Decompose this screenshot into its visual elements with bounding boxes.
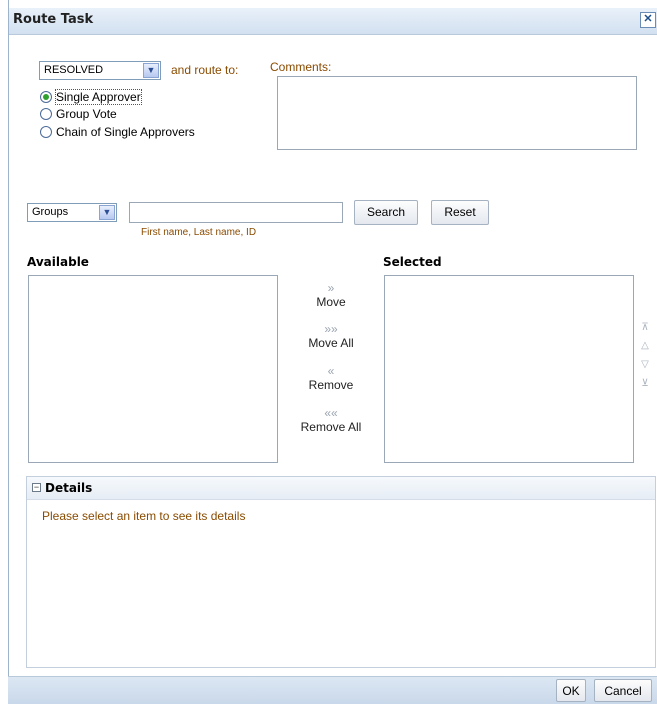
remove-button[interactable]: « Remove	[295, 364, 367, 392]
dialog-titlebar: Route Task ✕	[9, 8, 657, 35]
chevron-down-icon: ▼	[99, 205, 115, 220]
move-icon: »	[327, 281, 335, 295]
search-button[interactable]: Search	[354, 200, 418, 225]
ok-button[interactable]: OK	[556, 679, 586, 702]
outcome-select[interactable]: RESOLVED ▼	[39, 61, 161, 80]
identity-type-value: Groups	[32, 206, 69, 218]
radio-label-single-approver: Single Approver	[55, 89, 142, 105]
cancel-button[interactable]: Cancel	[594, 679, 652, 702]
move-down-icon[interactable]: ▽	[639, 359, 651, 371]
reset-button[interactable]: Reset	[431, 200, 489, 225]
dialog-footer: OK Cancel	[8, 676, 657, 704]
details-title: Details	[45, 481, 93, 495]
chevron-down-icon: ▼	[143, 63, 159, 78]
radio-chain-single-approvers[interactable]	[40, 126, 52, 138]
radio-label-chain: Chain of Single Approvers	[56, 125, 195, 139]
close-icon[interactable]: ✕	[640, 12, 656, 28]
search-hint: First name, Last name, ID	[141, 227, 257, 238]
remove-all-icon: ««	[324, 406, 338, 420]
move-button[interactable]: » Move	[295, 281, 367, 309]
identity-type-select[interactable]: Groups ▼	[27, 203, 117, 222]
radio-single-approver[interactable]	[40, 91, 52, 103]
remove-all-button[interactable]: «« Remove All	[292, 406, 370, 434]
collapse-icon[interactable]: −	[32, 483, 41, 492]
search-input[interactable]	[129, 202, 343, 223]
route-to-label: and route to:	[171, 63, 239, 77]
selected-label: Selected	[383, 255, 442, 269]
move-to-top-icon[interactable]: ⊼	[639, 322, 651, 334]
move-up-icon[interactable]: △	[639, 340, 651, 352]
details-panel: − Details Please select an item to see i…	[26, 476, 656, 668]
details-message: Please select an item to see its details	[42, 509, 246, 523]
move-all-label: Move All	[308, 336, 354, 350]
move-to-bottom-icon[interactable]: ⊻	[639, 378, 651, 390]
available-label: Available	[27, 255, 89, 269]
remove-all-label: Remove All	[300, 420, 362, 434]
remove-label: Remove	[308, 378, 354, 392]
details-header[interactable]: − Details	[27, 477, 655, 500]
move-all-button[interactable]: »» Move All	[295, 322, 367, 350]
radio-label-group-vote: Group Vote	[56, 107, 117, 121]
comments-textarea[interactable]	[277, 76, 637, 150]
move-all-icon: »»	[324, 322, 338, 336]
selected-list[interactable]	[384, 275, 634, 463]
comments-label: Comments:	[270, 60, 332, 74]
move-label: Move	[316, 295, 346, 309]
remove-icon: «	[327, 364, 335, 378]
available-list[interactable]	[28, 275, 278, 463]
outcome-select-value: RESOLVED	[44, 64, 104, 76]
radio-group-vote[interactable]	[40, 108, 52, 120]
dialog-title: Route Task	[13, 12, 94, 27]
